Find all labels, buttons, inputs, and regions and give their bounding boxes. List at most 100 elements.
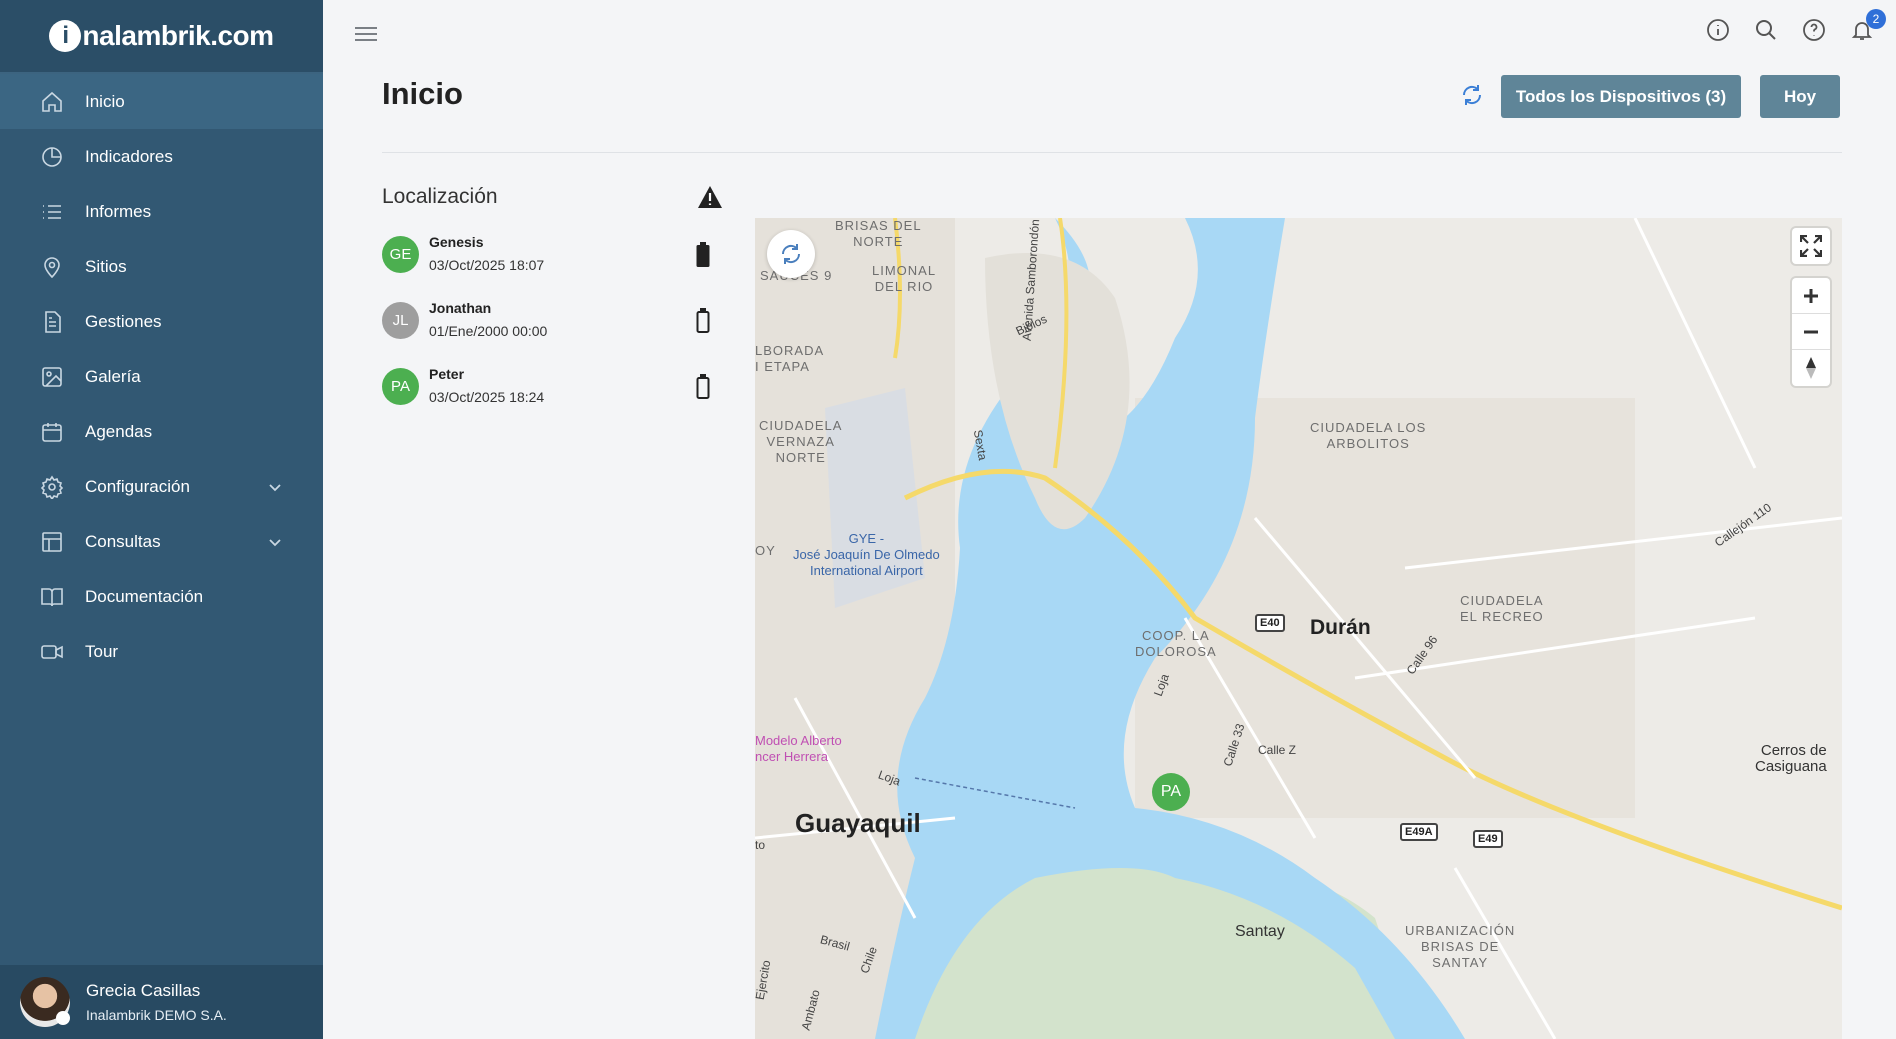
road-label: to xyxy=(755,838,766,852)
map-view[interactable]: BRISAS DEL NORTE SAUCES 9 LIMONAL DEL RI… xyxy=(755,218,1842,1039)
user-name: Grecia Casillas xyxy=(86,981,201,1000)
refresh-icon xyxy=(781,244,801,264)
device-avatar: JL xyxy=(382,302,419,339)
sidebar-item-label: Tour xyxy=(85,641,119,661)
map-label: URBANIZACIÓN BRISAS DE SANTAY xyxy=(1405,923,1516,970)
sidebar-item-label: Documentación xyxy=(85,586,204,606)
map-pin-icon xyxy=(40,255,64,279)
sidebar-item-informes[interactable]: Informes xyxy=(0,184,323,239)
sidebar-nav: Inicio Indicadores Informes Sitios Gesti… xyxy=(0,74,323,679)
device-item[interactable]: GE Genesis 03/Oct/2025 18:07 xyxy=(382,232,726,298)
device-item[interactable]: PA Peter 03/Oct/2025 18:24 xyxy=(382,364,726,430)
pie-chart-icon xyxy=(40,145,64,169)
status-indicator xyxy=(56,1011,70,1025)
user-company: Inalambrik DEMO S.A. xyxy=(86,1007,227,1023)
today-button[interactable]: Hoy xyxy=(1760,75,1840,118)
device-item[interactable]: JL Jonathan 01/Ene/2000 00:00 xyxy=(382,298,726,364)
device-name: Peter xyxy=(429,366,465,382)
device-avatar: PA xyxy=(382,368,419,405)
battery-empty-icon xyxy=(696,374,710,399)
avatar xyxy=(20,977,70,1027)
menu-icon[interactable] xyxy=(354,24,378,44)
battery-full-icon xyxy=(696,242,710,267)
video-icon xyxy=(40,640,64,664)
sidebar-item-inicio[interactable]: Inicio xyxy=(0,74,323,129)
map-label: Santay xyxy=(1235,923,1285,940)
road-label: Calle Z xyxy=(1258,743,1297,757)
document-icon xyxy=(40,310,64,334)
sidebar-item-tour[interactable]: Tour xyxy=(0,624,323,679)
sidebar-item-galeria[interactable]: Galería xyxy=(0,349,323,404)
header-actions: 2 xyxy=(1706,9,1886,42)
chevron-down-icon[interactable] xyxy=(267,534,283,550)
sidebar-item-configuracion[interactable]: Configuración xyxy=(0,459,323,514)
location-section-title: Localización xyxy=(382,185,498,208)
map-label: COOP. LA DOLOROSA xyxy=(1135,628,1217,659)
sidebar-item-label: Sitios xyxy=(85,256,127,276)
map-label: CIUDADELA VERNAZA NORTE xyxy=(759,418,843,465)
device-last-seen: 03/Oct/2025 18:07 xyxy=(429,257,545,273)
sidebar-item-label: Inicio xyxy=(85,91,125,111)
user-profile[interactable]: Grecia Casillas Inalambrik DEMO S.A. xyxy=(0,965,323,1039)
map-label: LBORADA I ETAPA xyxy=(755,343,825,374)
logo-text: i nalambrik.com xyxy=(49,20,274,52)
zoom-in-button[interactable] xyxy=(1792,278,1830,314)
device-last-seen: 03/Oct/2025 18:24 xyxy=(429,389,545,405)
table-icon xyxy=(40,530,64,554)
sidebar-item-label: Informes xyxy=(85,201,152,221)
map-refresh-button[interactable] xyxy=(767,230,815,278)
expand-icon xyxy=(1800,235,1822,257)
sidebar-item-agendas[interactable]: Agendas xyxy=(0,404,323,459)
city-label-guayaquil: Guayaquil xyxy=(795,808,921,838)
map-base xyxy=(755,218,1842,1039)
battery-empty-icon xyxy=(696,308,710,333)
warning-icon[interactable] xyxy=(697,185,723,209)
home-icon xyxy=(40,90,64,114)
logo-mark: i xyxy=(49,20,82,52)
sidebar-item-label: Gestiones xyxy=(85,311,162,331)
sidebar-item-documentacion[interactable]: Documentación xyxy=(0,569,323,624)
fullscreen-button[interactable] xyxy=(1792,228,1830,264)
chevron-down-icon[interactable] xyxy=(267,479,283,495)
zoom-controls xyxy=(1792,278,1830,386)
calendar-icon xyxy=(40,420,64,444)
app-logo[interactable]: i nalambrik.com xyxy=(0,0,323,74)
sidebar-item-label: Indicadores xyxy=(85,146,173,166)
device-list: GE Genesis 03/Oct/2025 18:07 JL Jonathan… xyxy=(382,232,726,430)
sidebar-item-sitios[interactable]: Sitios xyxy=(0,239,323,294)
book-icon xyxy=(40,585,64,609)
minus-icon xyxy=(1804,330,1818,333)
sidebar: i nalambrik.com Inicio Indicadores Infor… xyxy=(0,0,323,1039)
sidebar-item-consultas[interactable]: Consultas xyxy=(0,514,323,569)
city-label-duran: Durán xyxy=(1310,616,1371,639)
compass-icon xyxy=(1806,357,1816,379)
sidebar-item-indicadores[interactable]: Indicadores xyxy=(0,129,323,184)
search-icon[interactable] xyxy=(1754,18,1778,42)
image-icon xyxy=(40,365,64,389)
map-label: GYE - José Joaquín De Olmedo Internation… xyxy=(793,531,940,578)
help-icon[interactable] xyxy=(1802,18,1826,42)
refresh-icon[interactable] xyxy=(1460,83,1484,107)
highway-shield: E40 xyxy=(1255,614,1285,632)
list-icon xyxy=(40,200,64,224)
divider xyxy=(382,152,1842,153)
device-last-seen: 01/Ene/2000 00:00 xyxy=(429,323,548,339)
gear-icon xyxy=(40,475,64,499)
device-avatar: GE xyxy=(382,236,419,273)
device-name: Genesis xyxy=(429,234,484,250)
all-devices-button[interactable]: Todos los Dispositivos (3) xyxy=(1501,75,1741,118)
device-marker[interactable]: PA xyxy=(1152,773,1190,811)
info-icon[interactable] xyxy=(1706,18,1730,42)
compass-button[interactable] xyxy=(1792,350,1830,386)
map-label: BRISAS DEL NORTE xyxy=(835,218,922,249)
page-title: Inicio xyxy=(382,76,463,111)
bell-icon[interactable]: 2 xyxy=(1850,9,1886,42)
fullscreen-control xyxy=(1792,228,1830,264)
sidebar-item-gestiones[interactable]: Gestiones xyxy=(0,294,323,349)
highway-shield: E49A xyxy=(1400,823,1438,841)
sidebar-item-label: Agendas xyxy=(85,421,153,441)
map-label: CIUDADELA LOS ARBOLITOS xyxy=(1310,420,1427,451)
zoom-out-button[interactable] xyxy=(1792,314,1830,350)
map-label: LIMONAL DEL RIO xyxy=(872,263,937,294)
sidebar-item-label: Galería xyxy=(85,366,141,386)
